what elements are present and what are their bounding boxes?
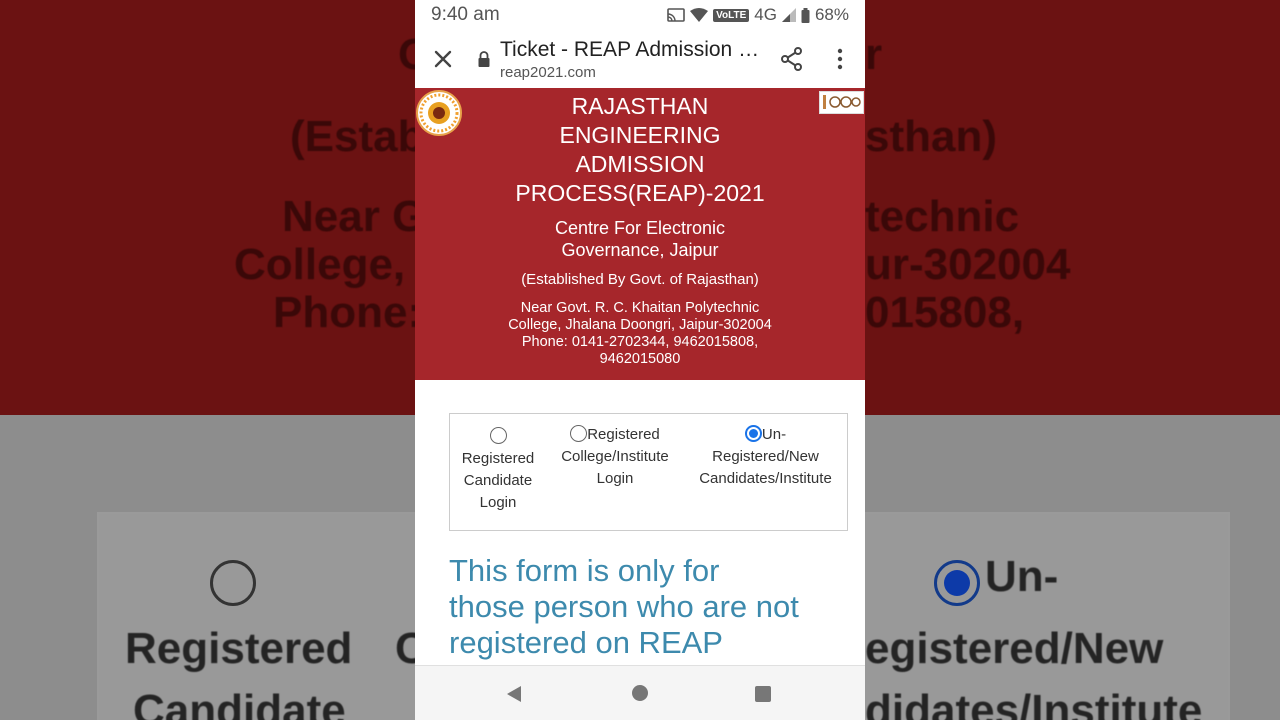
bg-text-candidate: Candidate (133, 686, 346, 720)
bg-radio-left (210, 560, 256, 606)
bg-text-established-left: (Estab (290, 112, 425, 161)
bg-text-college-right: ur-302004 (865, 240, 1071, 289)
option-label-line: Candidates/Institute (699, 470, 832, 487)
header-centre-line: Centre For Electronic (554, 218, 726, 238)
status-icons: VoLTE 4G 68% (667, 5, 849, 25)
header-established: (Established By Govt. of Rajasthan) (521, 271, 759, 288)
phone-screen: 9:40 am VoLTE 4G 68% Ticket - REAP Admis… (415, 0, 865, 720)
header-address-line: Phone: 0141-2702344, 9462015808, (521, 334, 759, 350)
header-title: RAJASTHAN ENGINEERING ADMISSION PROCESS(… (490, 92, 790, 208)
anniversary-logo (819, 91, 864, 114)
browser-toolbar: Ticket - REAP Admission Process reap2021… (415, 30, 865, 88)
option-label-line: Registered/New (712, 448, 819, 465)
form-area: Registered Candidate Login Registered Co… (415, 380, 865, 665)
page-title: Ticket - REAP Admission Process (500, 38, 760, 61)
bg-text-established-right: sthan) (865, 112, 997, 161)
bg-text-near-right: technic (865, 192, 1020, 241)
battery-icon (801, 7, 810, 23)
option-label-line: Un- (761, 426, 787, 443)
option-unregistered[interactable]: Un- Registered/New Candidates/Institute (688, 424, 843, 490)
radio-registered-college[interactable] (570, 425, 588, 442)
notice-line: This form is only for (449, 553, 720, 588)
header-title-line: PROCESS(REAP)-2021 (515, 180, 765, 206)
cast-icon (667, 8, 685, 22)
bg-text-college-left: College, J (234, 240, 442, 289)
network-type: 4G (754, 5, 777, 24)
login-type-selector: Registered Candidate Login Registered Co… (449, 413, 848, 531)
radio-registered-candidate[interactable] (489, 427, 507, 444)
option-label-line: Candidate (463, 472, 533, 489)
header-centre-name: Centre For Electronic Governance, Jaipur (505, 217, 775, 261)
option-label-line: College/Institute (561, 448, 669, 465)
option-label-line: Registered (587, 426, 660, 443)
notice-line: registered on REAP (449, 625, 723, 660)
share-icon[interactable] (779, 46, 805, 72)
close-icon[interactable] (429, 45, 457, 73)
header-title-line: ADMISSION (575, 151, 705, 177)
badge-150-icon (823, 95, 861, 109)
option-label-line: Login (596, 470, 634, 487)
bg-text-top-right: r (865, 30, 883, 79)
back-icon[interactable] (505, 685, 523, 703)
bg-text-registered-new: egistered/New (865, 624, 1164, 673)
header-address-line: 9462015080 (599, 351, 681, 367)
status-time: 9:40 am (431, 4, 500, 25)
header-address-line: College, Jhalana Doongri, Jaipur-302004 (508, 317, 772, 333)
bg-text-candidates: didates/Institute (865, 686, 1203, 720)
bg-text-registered: Registered (125, 624, 353, 673)
header-address: Near Govt. R. C. Khaitan Polytechnic Col… (470, 300, 810, 368)
lock-icon (478, 51, 490, 67)
status-bar: 9:40 am VoLTE 4G 68% (415, 0, 865, 30)
emblem-icon (419, 93, 459, 133)
bg-text-phone-left: Phone: (273, 288, 423, 337)
header-title-line: RAJASTHAN (571, 93, 709, 119)
notice-text: This form is only for those person who a… (449, 553, 849, 661)
battery-level: 68% (814, 5, 849, 24)
notice-line: those person who are not (449, 589, 799, 624)
recent-apps-icon[interactable] (755, 686, 771, 702)
option-label-line: Login (479, 494, 517, 511)
screen: (Estab sthan) Near G technic College, J … (0, 0, 1280, 720)
bg-radio-right (934, 560, 980, 606)
bg-text-phone-right: 015808, (865, 288, 1025, 337)
option-registered-college[interactable]: Registered College/Institute Login (550, 424, 680, 490)
bg-text-near-left: Near G (282, 192, 427, 241)
page-url[interactable]: reap2021.com (500, 64, 596, 81)
signal-icon (781, 8, 796, 22)
cegj-logo (416, 90, 462, 136)
wifi-icon (690, 7, 709, 22)
option-registered-candidate[interactable]: Registered Candidate Login (454, 426, 542, 514)
header-title-line: ENGINEERING (559, 122, 721, 148)
home-icon[interactable] (632, 685, 648, 701)
bg-text-un: Un- (985, 552, 1059, 601)
system-nav-bar (415, 665, 865, 720)
site-header: RAJASTHAN ENGINEERING ADMISSION PROCESS(… (415, 88, 865, 380)
volte-badge: VoLTE (713, 8, 750, 22)
header-address-line: Near Govt. R. C. Khaitan Polytechnic (520, 300, 760, 316)
option-label-line: Registered (461, 450, 535, 467)
header-centre-line: Governance, Jaipur (561, 240, 719, 260)
radio-unregistered[interactable] (744, 425, 762, 442)
more-menu-icon[interactable] (827, 46, 853, 72)
